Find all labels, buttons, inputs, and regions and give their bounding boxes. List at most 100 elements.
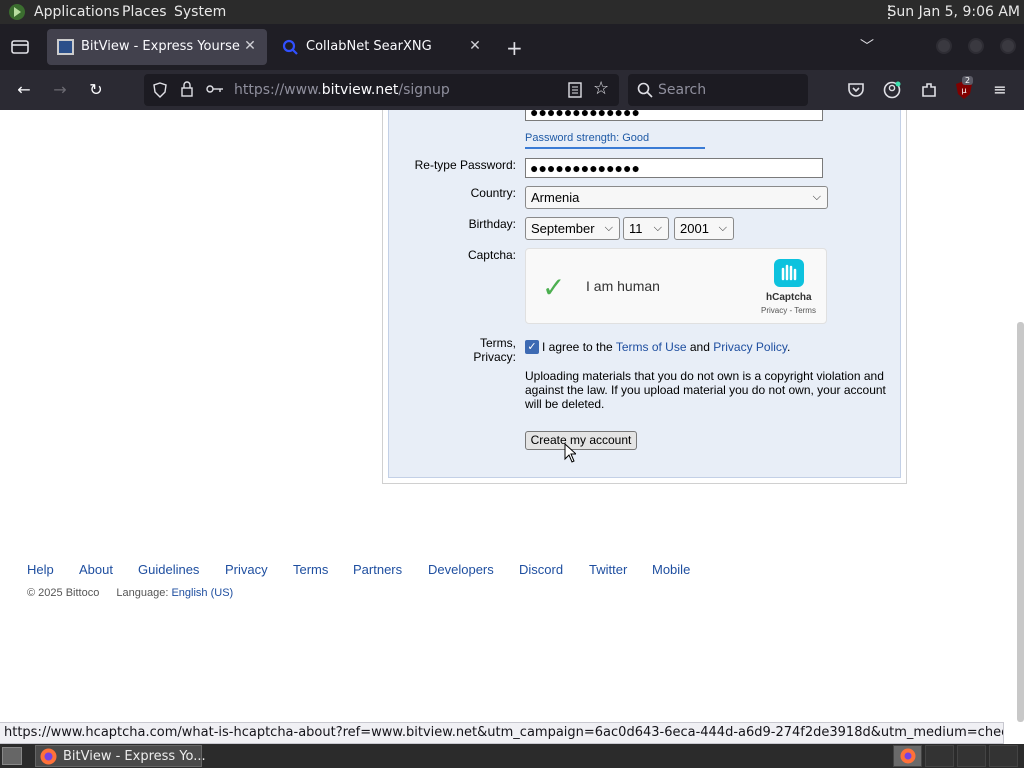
- reader-view-icon[interactable]: [568, 82, 582, 98]
- tab-searxng[interactable]: CollabNet SearXNG ✕: [272, 29, 492, 65]
- hcaptcha-logo-icon[interactable]: [772, 257, 806, 289]
- workspace-1[interactable]: [893, 745, 922, 767]
- applications-menu[interactable]: Applications: [34, 4, 120, 20]
- retype-password-field[interactable]: ●●●●●●●●●●●●●: [525, 158, 823, 178]
- workspace-3[interactable]: [957, 745, 986, 767]
- extensions-icon[interactable]: [920, 81, 938, 99]
- account-icon[interactable]: [883, 81, 901, 99]
- footer-link-guidelines[interactable]: Guidelines: [138, 562, 199, 577]
- terms-label-1: Terms,: [480, 336, 516, 350]
- password-strength-bar: [525, 147, 705, 149]
- terms-of-use-link[interactable]: Terms of Use: [616, 340, 687, 354]
- hcaptcha-links[interactable]: Privacy - Terms: [761, 306, 816, 315]
- password-strength-text: Password strength: Good: [525, 132, 650, 144]
- taskbar-window-title: BitView - Express Yo...: [63, 749, 206, 764]
- chevron-down-icon: ⌵: [718, 222, 727, 234]
- birthday-label: Birthday:: [468, 217, 516, 231]
- birth-day-select[interactable]: 11 ⌵: [623, 217, 669, 240]
- workspace-2[interactable]: [925, 745, 954, 767]
- searxng-favicon-icon: [282, 39, 298, 55]
- password-field[interactable]: ●●●●●●●●●●●●●: [525, 110, 823, 121]
- ublock-origin-icon[interactable]: μ 2: [955, 76, 974, 100]
- places-menu[interactable]: Places: [122, 4, 167, 20]
- tab-bitview[interactable]: BitView - Express Yourself. ✕: [47, 29, 267, 65]
- url-bar[interactable]: https://www.bitview.net/signup ☆: [144, 74, 619, 106]
- close-tab-icon[interactable]: ✕: [241, 37, 259, 55]
- footer-link-privacy[interactable]: Privacy: [225, 562, 268, 577]
- country-value: Armenia: [531, 190, 580, 205]
- top-panel: Applications Places System Sun Jan 5, 9:…: [0, 0, 1024, 24]
- firefox-view-icon[interactable]: [10, 38, 30, 56]
- footer-link-about[interactable]: About: [79, 562, 113, 577]
- lock-icon[interactable]: [180, 81, 194, 98]
- pocket-icon[interactable]: [847, 82, 865, 98]
- close-window-icon[interactable]: [1000, 38, 1016, 54]
- chevron-down-icon: ⌵: [604, 222, 613, 234]
- birth-year-value: 2001: [680, 221, 709, 236]
- create-account-button[interactable]: Create my account: [525, 431, 637, 450]
- terms-checkbox[interactable]: ✓: [525, 340, 539, 354]
- footer-copyright: © 2025 Bittoco Language: English (US): [27, 587, 233, 599]
- link-status-bar: https://www.hcaptcha.com/what-is-hcaptch…: [0, 722, 1004, 744]
- show-desktop-icon[interactable]: [2, 747, 22, 765]
- birth-month-select[interactable]: September ⌵: [525, 217, 620, 240]
- hcaptcha-widget[interactable]: ✓ I am human hCaptcha Privacy - Terms: [525, 248, 827, 324]
- captcha-label: Captcha:: [467, 248, 516, 262]
- footer-link-partners[interactable]: Partners: [353, 562, 402, 577]
- page-viewport: ●●●●●●●●●●●●● Password strength: Good Re…: [0, 110, 1024, 723]
- list-tabs-chevron-icon[interactable]: ﹀: [860, 36, 874, 56]
- footer-link-discord[interactable]: Discord: [519, 562, 563, 577]
- bottom-taskbar: BitView - Express Yo...: [0, 744, 1024, 768]
- ublock-badge: 2: [962, 76, 974, 85]
- copyright-text: © 2025 Bittoco: [27, 587, 100, 599]
- footer-link-developers[interactable]: Developers: [428, 562, 494, 577]
- language-label: Language:: [116, 587, 169, 599]
- maximize-icon[interactable]: [968, 38, 984, 54]
- firefox-icon: [900, 748, 916, 764]
- key-icon[interactable]: [206, 83, 224, 95]
- birth-day-value: 11: [629, 221, 643, 236]
- language-selector[interactable]: English (US): [171, 587, 233, 599]
- mouse-cursor-icon: [564, 443, 576, 463]
- footer-link-help[interactable]: Help: [27, 562, 54, 577]
- search-bar[interactable]: Search: [628, 74, 808, 106]
- captcha-checkmark-icon[interactable]: ✓: [542, 271, 565, 304]
- reload-icon[interactable]: ↻: [85, 79, 107, 101]
- system-logo-icon[interactable]: [8, 3, 26, 21]
- footer-link-terms[interactable]: Terms: [293, 562, 328, 577]
- navigation-toolbar: ← → ↻ https://www.bitview.net/signup ☆ S…: [0, 70, 1024, 110]
- footer-link-twitter[interactable]: Twitter: [589, 562, 627, 577]
- taskbar-window-firefox[interactable]: BitView - Express Yo...: [35, 745, 206, 767]
- privacy-policy-link[interactable]: Privacy Policy: [713, 340, 787, 354]
- clock[interactable]: Sun Jan 5, 9:06 AM: [888, 4, 1020, 20]
- page-scrollbar[interactable]: [1017, 322, 1024, 722]
- terms-text: I agree to the Terms of Use and Privacy …: [542, 340, 791, 354]
- workspace-4[interactable]: [989, 745, 1018, 767]
- footer-link-mobile[interactable]: Mobile: [652, 562, 690, 577]
- birth-year-select[interactable]: 2001 ⌵: [674, 217, 734, 240]
- new-tab-icon[interactable]: +: [506, 36, 523, 60]
- copyright-warning: Uploading materials that you do not own …: [525, 369, 886, 411]
- tab-title: BitView - Express Yourself.: [81, 39, 241, 54]
- captcha-text: I am human: [586, 278, 660, 294]
- hamburger-menu-icon[interactable]: ≡: [989, 79, 1011, 101]
- firefox-icon: [40, 748, 57, 765]
- svg-text:μ: μ: [961, 86, 966, 95]
- back-arrow-icon[interactable]: ←: [13, 79, 35, 101]
- bookmark-star-icon[interactable]: ☆: [593, 78, 609, 99]
- url-text[interactable]: https://www.bitview.net/signup: [234, 82, 450, 98]
- tab-title: CollabNet SearXNG: [306, 39, 432, 54]
- tracking-shield-icon[interactable]: [152, 82, 168, 98]
- forward-arrow-icon[interactable]: →: [49, 79, 71, 101]
- country-select[interactable]: Armenia ⌵: [525, 186, 828, 209]
- bitview-favicon-icon: [57, 39, 74, 55]
- search-icon: [637, 82, 653, 98]
- minimize-icon[interactable]: [936, 38, 952, 54]
- system-menu[interactable]: System: [174, 4, 226, 20]
- chevron-down-icon: ⌵: [812, 191, 821, 203]
- close-tab-icon[interactable]: ✕: [466, 37, 484, 55]
- country-label: Country:: [470, 186, 516, 200]
- search-placeholder: Search: [658, 82, 707, 98]
- birth-month-value: September: [531, 221, 595, 236]
- terms-label-2: Privacy:: [473, 350, 516, 364]
